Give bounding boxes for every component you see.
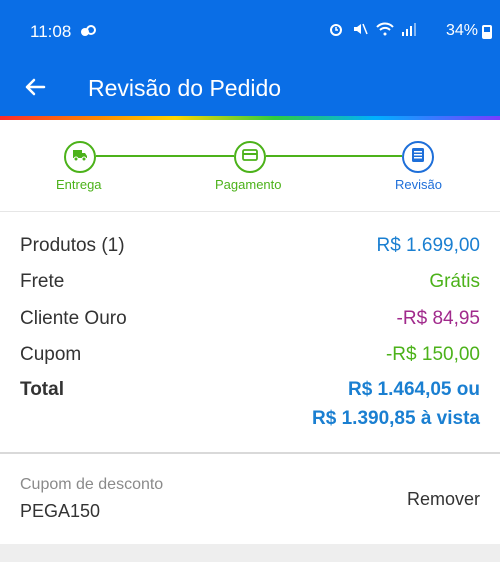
order-summary: Produtos (1) R$ 1.699,00 Frete Grátis Cl… bbox=[0, 213, 500, 453]
coupon-label: Cupom bbox=[20, 344, 82, 365]
shipping-value: Grátis bbox=[429, 271, 480, 292]
step-connector bbox=[96, 155, 234, 157]
battery-percent: 34% bbox=[445, 22, 478, 39]
alarm-icon bbox=[328, 21, 344, 40]
shipping-label: Frete bbox=[20, 271, 65, 292]
total-installments: R$ 1.464,05 ou bbox=[347, 379, 480, 400]
page-title: Revisão do Pedido bbox=[88, 75, 282, 101]
summary-row-shipping: Frete Grátis bbox=[20, 271, 480, 293]
gold-client-label: Cliente Ouro bbox=[20, 308, 127, 329]
summary-row-coupon: Cupom -R$ 150,00 bbox=[20, 344, 480, 366]
signal-icon bbox=[402, 22, 416, 39]
checkout-stepper: Entrega Pagamento Revisão bbox=[0, 120, 500, 212]
card-icon bbox=[242, 148, 258, 167]
mute-icon bbox=[352, 21, 368, 40]
remove-coupon-button[interactable]: Remover bbox=[407, 489, 480, 510]
summary-row-gold-client: Cliente Ouro -R$ 84,95 bbox=[20, 308, 480, 330]
summary-row-total: Total R$ 1.464,05 ou R$ 1.390,85 à vista bbox=[20, 375, 480, 433]
notification-icon bbox=[80, 24, 96, 41]
battery-icon bbox=[482, 25, 492, 39]
status-icons bbox=[328, 21, 416, 40]
step-revisao[interactable] bbox=[402, 141, 434, 173]
total-cash: R$ 1.390,85 à vista bbox=[312, 408, 480, 429]
app-bar: Revisão do Pedido bbox=[0, 62, 500, 116]
truck-icon bbox=[72, 148, 88, 167]
list-icon bbox=[410, 147, 426, 168]
status-time: 11:08 bbox=[30, 22, 72, 41]
step-pagamento[interactable] bbox=[234, 141, 266, 173]
coupon-value: -R$ 150,00 bbox=[385, 344, 480, 365]
step-label-entrega: Entrega bbox=[56, 177, 102, 192]
coupon-section-label: Cupom de desconto bbox=[20, 476, 164, 493]
status-bar: 11:08 34% bbox=[0, 0, 500, 62]
step-label-revisao: Revisão bbox=[395, 177, 442, 192]
wifi-icon bbox=[376, 22, 394, 39]
total-value: R$ 1.464,05 ou R$ 1.390,85 à vista bbox=[312, 375, 480, 433]
step-entrega[interactable] bbox=[64, 141, 96, 173]
total-label: Total bbox=[20, 379, 64, 400]
gold-client-value: -R$ 84,95 bbox=[396, 308, 480, 329]
coupon-section: Cupom de desconto PEGA150 Remover bbox=[0, 454, 500, 544]
step-connector bbox=[266, 155, 402, 157]
step-label-pagamento: Pagamento bbox=[215, 177, 282, 192]
summary-row-products: Produtos (1) R$ 1.699,00 bbox=[20, 235, 480, 257]
bottom-spacer bbox=[0, 544, 500, 562]
back-arrow-icon[interactable] bbox=[18, 70, 52, 104]
coupon-code: PEGA150 bbox=[20, 501, 101, 521]
products-value: R$ 1.699,00 bbox=[376, 235, 480, 256]
products-label: Produtos (1) bbox=[20, 235, 125, 256]
